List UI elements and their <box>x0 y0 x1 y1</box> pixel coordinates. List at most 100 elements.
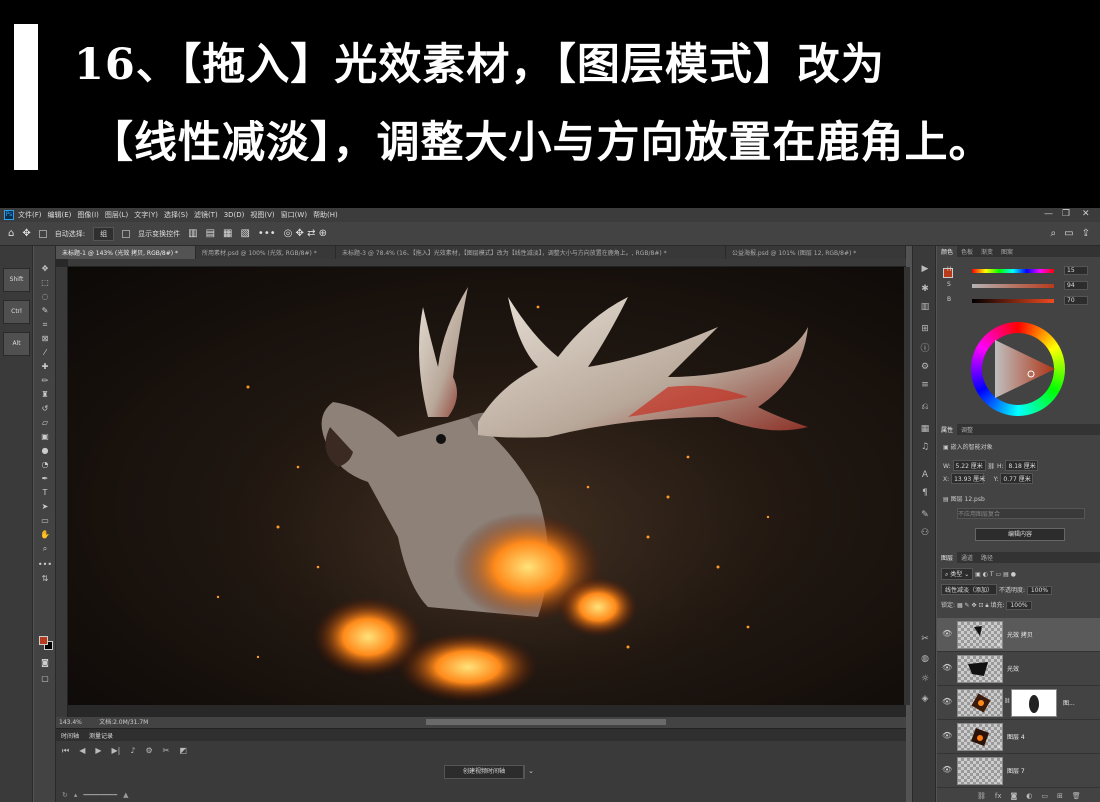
hand-tool-icon[interactable]: ✋ <box>37 528 53 541</box>
3d-mode-icon[interactable]: ◎ ✥ ⇄ ⊕ <box>284 228 327 239</box>
opacity-field[interactable]: 100% <box>1026 586 1053 595</box>
distribute-icon[interactable]: ▧ <box>240 228 249 239</box>
saturation-track[interactable] <box>972 284 1054 288</box>
styles-icon[interactable]: ◍ <box>918 652 932 666</box>
transform-controls-checkbox[interactable] <box>122 229 131 238</box>
horizontal-ruler[interactable] <box>68 259 906 267</box>
align-right-icon[interactable]: ▦ <box>223 228 232 239</box>
tool-presets-icon[interactable]: ⚙ <box>918 360 932 374</box>
first-frame-icon[interactable]: ⏮ <box>62 746 69 756</box>
navigator-icon[interactable]: ⊞ <box>918 322 932 336</box>
audio-note-icon[interactable]: ♫ <box>918 440 932 454</box>
doc-tab-4[interactable]: 公益海报.psd @ 101% (图层 12, RGB/8#) * <box>726 246 906 259</box>
lock-position-icon[interactable]: ✥ <box>972 602 977 609</box>
brightness-slider[interactable]: B 70 <box>947 296 1095 306</box>
tab-adjustments[interactable]: 调整 <box>957 424 977 435</box>
zoom-level[interactable]: 143.4% <box>59 719 82 726</box>
3d-icon[interactable]: ◈ <box>918 692 932 706</box>
swatches-icon[interactable]: ▦ <box>918 422 932 436</box>
brush-settings-icon[interactable]: ✱ <box>918 282 932 296</box>
tab-swatches[interactable]: 色板 <box>957 246 977 257</box>
menu-window[interactable]: 窗口(W) <box>281 210 307 220</box>
visibility-eye-icon[interactable]: 👁︎ <box>942 663 952 672</box>
height-field[interactable]: 8.18 厘米 <box>1005 460 1039 471</box>
layer-filter-dropdown[interactable]: ⌕ 类型 ⌄ <box>941 568 974 580</box>
create-video-timeline-button[interactable]: 创建视频时间轴 <box>444 765 524 779</box>
vertical-scrollbar[interactable] <box>904 267 910 705</box>
filter-toggle-icon[interactable]: ● <box>1011 571 1016 578</box>
visibility-eye-icon[interactable]: 👁︎ <box>942 697 952 706</box>
play-actions-icon[interactable]: ▶ <box>918 262 932 276</box>
layer-row-light-copy[interactable]: 👁︎ ▣ 光效 拷贝 <box>937 618 1100 652</box>
move-tool-icon[interactable]: ✥ <box>22 228 30 239</box>
canvas-area[interactable] <box>56 259 910 717</box>
dodge-tool-icon[interactable]: ◔ <box>37 458 53 471</box>
fill-field[interactable]: 100% <box>1006 601 1032 610</box>
tab-measurement-log[interactable]: 测量记录 <box>84 729 118 741</box>
tab-channels[interactable]: 通道 <box>957 552 977 563</box>
frame-tool-icon[interactable]: ⊠ <box>37 332 53 345</box>
lock-transparency-icon[interactable]: ▦ <box>957 602 963 609</box>
lock-pixels-icon[interactable]: ✎ <box>965 602 970 609</box>
filter-smart-icon[interactable]: ▤ <box>1003 571 1009 578</box>
prev-frame-icon[interactable]: ◀ <box>79 746 85 756</box>
zoom-tool-icon[interactable]: ⌕ <box>37 542 53 555</box>
saturation-value[interactable]: 94 <box>1064 281 1088 290</box>
y-field[interactable]: 0.77 厘米 <box>1000 473 1034 484</box>
edit-contents-button[interactable]: 编辑内容 <box>975 528 1065 541</box>
layer-row-light[interactable]: 👁︎ ▣ 光效 <box>937 652 1100 686</box>
clone-source-icon[interactable]: ⚇ <box>918 526 932 540</box>
close-icon[interactable]: ✕ <box>1082 209 1090 219</box>
play-icon[interactable]: ▶ <box>95 746 101 756</box>
filter-shape-icon[interactable]: ▭ <box>996 571 1002 578</box>
menu-3d[interactable]: 3D(D) <box>224 211 245 219</box>
menu-view[interactable]: 视图(V) <box>250 210 274 220</box>
filter-type-icon[interactable]: T <box>990 571 994 578</box>
tab-color[interactable]: 颜色 <box>937 246 958 257</box>
brightness-value[interactable]: 70 <box>1064 296 1088 305</box>
split-icon[interactable]: ✂ <box>163 746 170 756</box>
hue-track[interactable] <box>972 269 1054 273</box>
menu-file[interactable]: 文件(F) <box>18 210 42 220</box>
histogram-icon[interactable]: ▥ <box>918 300 932 314</box>
filter-pixel-icon[interactable]: ▣ <box>975 571 981 578</box>
menu-filter[interactable]: 滤镜(T) <box>194 210 218 220</box>
menu-type[interactable]: 文字(Y) <box>134 210 158 220</box>
share-icon[interactable]: ⇪ <box>1082 228 1090 239</box>
delete-layer-icon[interactable]: 🗑︎ <box>1072 792 1081 800</box>
layer-mask-thumbnail[interactable] <box>1011 689 1057 717</box>
eraser-tool-icon[interactable]: ▱ <box>37 416 53 429</box>
eyedropper-tool-icon[interactable]: ⁄ <box>37 346 53 359</box>
adjustment-layer-icon[interactable]: ◐ <box>1026 792 1032 800</box>
brightness-track[interactable] <box>972 299 1054 303</box>
menu-layer[interactable]: 图层(L) <box>105 210 128 220</box>
layer-comp-dropdown[interactable]: 不应用图层复合 <box>957 508 1085 519</box>
path-tools-icon[interactable]: ✂ <box>918 632 932 646</box>
edit-toolbar-icon[interactable]: ⇅ <box>37 572 53 585</box>
align-center-icon[interactable]: ▤ <box>206 228 215 239</box>
align-left-icon[interactable]: ▥ <box>188 228 197 239</box>
home-icon[interactable]: ⌂ <box>8 228 14 239</box>
render-icon[interactable]: ↻ <box>62 791 68 799</box>
minimize-icon[interactable]: — <box>1044 209 1053 219</box>
brush-tool-icon[interactable]: ✏ <box>37 374 53 387</box>
zoom-slider[interactable]: ━━━━━━━━ <box>83 791 117 799</box>
tab-patterns[interactable]: 图案 <box>997 246 1017 257</box>
move-tool-icon[interactable]: ✥ <box>37 262 53 275</box>
type-tool-icon[interactable]: T <box>37 486 53 499</box>
new-group-icon[interactable]: ▭ <box>1041 792 1048 800</box>
link-icon[interactable]: ⛓ <box>987 463 995 470</box>
foreground-color-swatch[interactable] <box>39 636 48 645</box>
quick-mask-icon[interactable]: ◙ <box>37 656 53 669</box>
auto-select-checkbox[interactable] <box>38 229 47 238</box>
new-layer-icon[interactable]: ⊞ <box>1057 792 1063 800</box>
settings-icon[interactable]: ⚙ <box>145 746 152 756</box>
link-layers-icon[interactable]: ⛓ <box>977 792 986 800</box>
layer-row-layer-4[interactable]: 👁︎ ▣ 图层 4 <box>937 720 1100 754</box>
color-wheel[interactable] <box>971 322 1065 416</box>
visibility-eye-icon[interactable]: 👁︎ <box>942 629 952 638</box>
width-field[interactable]: 5.22 厘米 <box>952 460 986 471</box>
tab-timeline[interactable]: 时间轴 <box>56 729 84 741</box>
doc-tab-2[interactable]: 所用素材.psd @ 100% (光效, RGB/8#) * <box>196 246 336 259</box>
history-brush-tool-icon[interactable]: ↺ <box>37 402 53 415</box>
